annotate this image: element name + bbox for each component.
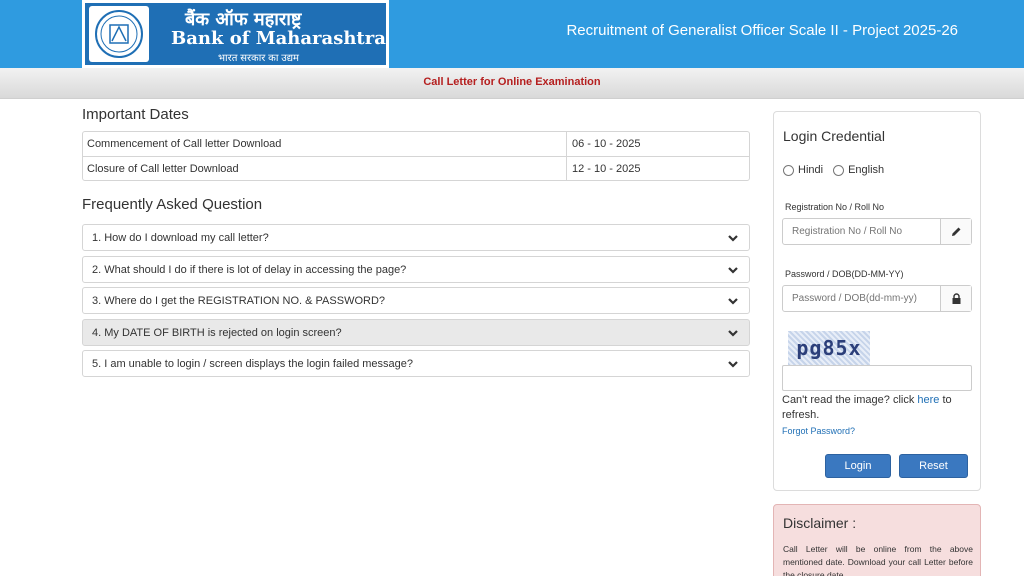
faq-item-1[interactable]: 1. How do I download my call letter? [82, 224, 750, 251]
captcha-image: pg85x [788, 331, 870, 365]
header: बैंक ऑफ महाराष्ट्र Bank of Maharashtra भ… [0, 0, 1024, 68]
registration-label: Registration No / Roll No [785, 202, 885, 212]
captcha-refresh-text: Can't read the image? click here to refr… [782, 393, 978, 423]
lock-icon [940, 286, 971, 311]
logo-english-text: Bank of Maharashtra [171, 28, 386, 49]
bank-logo[interactable]: बैंक ऑफ महाराष्ट्र Bank of Maharashtra भ… [82, 0, 389, 68]
english-radio[interactable] [833, 164, 845, 176]
faq-question: 3. Where do I get the REGISTRATION NO. &… [92, 294, 386, 307]
faq-title: Frequently Asked Question [82, 196, 263, 213]
disclaimer-text: Call Letter will be online from the abov… [783, 544, 973, 576]
chevron-down-icon [728, 235, 738, 242]
table-row: Closure of Call letter Download 12 - 10 … [83, 156, 749, 180]
hindi-label: Hindi [798, 164, 824, 176]
date-label: Closure of Call letter Download [83, 157, 567, 180]
faq-question: 5. I am unable to login / screen display… [92, 357, 414, 370]
page-title: Recruitment of Generalist Officer Scale … [566, 22, 958, 39]
table-row: Commencement of Call letter Download 06 … [83, 132, 749, 156]
refresh-prefix: Can't read the image? click [782, 394, 918, 406]
disclaimer-box: Disclaimer : Call Letter will be online … [773, 504, 981, 576]
faq-item-3[interactable]: 3. Where do I get the REGISTRATION NO. &… [82, 287, 750, 314]
password-input[interactable] [783, 286, 940, 311]
important-dates-title: Important Dates [82, 106, 189, 123]
reset-button[interactable]: Reset [899, 454, 968, 478]
password-label: Password / DOB(DD-MM-YY) [785, 269, 904, 279]
refresh-link[interactable]: here [917, 394, 939, 406]
hindi-radio[interactable] [783, 164, 794, 176]
captcha-input[interactable] [782, 365, 972, 391]
date-value: 06 - 10 - 2025 [572, 138, 641, 150]
faq-question: 2. What should I do if there is lot of d… [92, 263, 407, 276]
date-label: Commencement of Call letter Download [83, 132, 567, 156]
forgot-password-link[interactable]: Forgot Password? [782, 426, 855, 436]
important-dates-table: Commencement of Call letter Download 06 … [82, 131, 750, 181]
logo-banner: बैंक ऑफ महाराष्ट्र Bank of Maharashtra भ… [85, 3, 386, 65]
faq-question: 4. My DATE OF BIRTH is rejected on login… [92, 326, 342, 339]
logo-tagline: भारत सरकार का उद्यम [218, 53, 299, 64]
disclaimer-title: Disclaimer : [783, 515, 857, 531]
language-selector: Hindi English [783, 164, 894, 176]
date-value: 12 - 10 - 2025 [572, 162, 641, 175]
faq-item-4[interactable]: 4. My DATE OF BIRTH is rejected on login… [82, 319, 750, 346]
chevron-down-icon [728, 298, 738, 305]
login-button[interactable]: Login [825, 454, 891, 478]
emblem-icon [89, 6, 149, 62]
pencil-icon [940, 219, 971, 244]
chevron-down-icon [728, 267, 738, 274]
password-group [782, 285, 972, 312]
subheader-label: Call Letter for Online Examination [423, 76, 601, 88]
registration-input[interactable] [783, 219, 940, 244]
chevron-down-icon [728, 361, 738, 368]
faq-item-5[interactable]: 5. I am unable to login / screen display… [82, 350, 750, 377]
login-title: Login Credential [783, 128, 885, 144]
chevron-down-icon [728, 330, 738, 337]
login-panel: Login Credential Hindi English Registrat… [773, 111, 981, 491]
subheader-bar: Call Letter for Online Examination [0, 68, 1024, 99]
faq-item-2[interactable]: 2. What should I do if there is lot of d… [82, 256, 750, 283]
english-label: English [848, 164, 885, 176]
faq-question: 1. How do I download my call letter? [92, 231, 269, 244]
registration-group [782, 218, 972, 245]
